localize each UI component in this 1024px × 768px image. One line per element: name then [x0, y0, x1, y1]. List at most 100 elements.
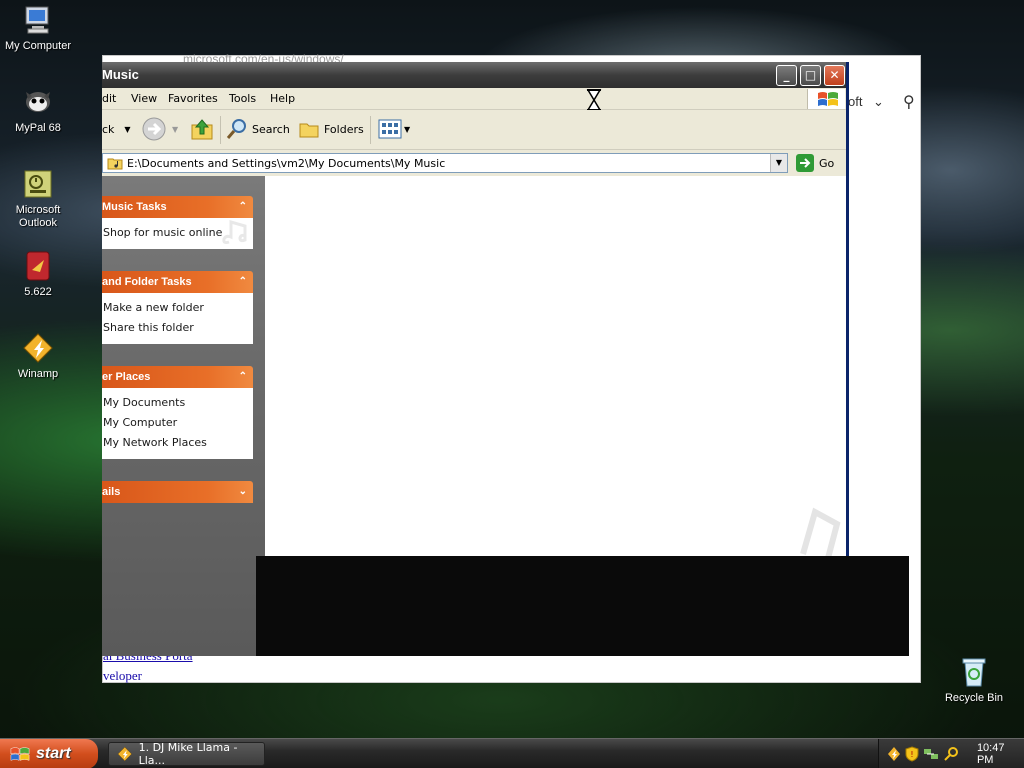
desktop-icon-label: Microsoft Outlook — [15, 204, 61, 229]
file-folder-tasks-panel: and Folder Tasks ⌃ Make a new folder Sha… — [102, 271, 253, 344]
desktop-icon-mypal[interactable]: MyPal 68 — [0, 86, 76, 135]
address-bar: E:\Documents and Settings\vm2\My Documen… — [102, 150, 846, 176]
search-icon — [226, 119, 246, 139]
winamp-icon — [117, 746, 132, 762]
maximize-icon: □ — [804, 68, 817, 82]
computer-icon — [25, 6, 49, 34]
back-button[interactable]: ck ▼ — [102, 110, 131, 148]
app-icon — [26, 251, 50, 281]
close-icon: ✕ — [829, 68, 840, 82]
desktop-icon-my-computer[interactable]: My Computer — [0, 4, 76, 53]
minimize-icon: _ — [783, 68, 790, 82]
music-folder-icon — [107, 158, 123, 170]
panel-title: er Places — [102, 371, 151, 383]
chevron-down-icon[interactable]: ▼ — [172, 125, 178, 134]
desktop-icon-label: Recycle Bin — [944, 692, 1004, 704]
panel-title: and Folder Tasks — [102, 276, 192, 288]
menu-view[interactable]: View — [131, 92, 157, 105]
window-title: Music — [102, 67, 139, 82]
toolbar-separator — [220, 116, 221, 144]
menu-favorites[interactable]: Favorites — [168, 92, 218, 105]
panel-header[interactable]: er Places ⌃ — [102, 366, 253, 388]
search-icon[interactable] — [943, 746, 959, 762]
other-places-panel: er Places ⌃ My Documents My Computer My … — [102, 366, 253, 459]
network-icon[interactable] — [923, 746, 939, 762]
start-button[interactable]: start — [0, 739, 98, 768]
collapse-icon[interactable]: ⌃ — [239, 271, 247, 293]
minimize-button[interactable]: _ — [776, 65, 797, 86]
search-label: Search — [252, 122, 290, 136]
taskbar-item-winamp[interactable]: 1. DJ Mike Llama - Lla... — [108, 741, 265, 767]
folders-button[interactable]: Folders — [298, 110, 364, 148]
search-icon[interactable]: ⚲ — [903, 92, 915, 111]
taskbar: start 1. DJ Mike Llama - Lla... ! 10:47 … — [0, 738, 1024, 768]
address-dropdown-button[interactable]: ▼ — [770, 154, 787, 172]
my-network-places-link[interactable]: My Network Places — [103, 433, 253, 453]
chevron-down-icon[interactable]: ▼ — [124, 125, 130, 134]
taskbar-item-label: 1. DJ Mike Llama - Lla... — [138, 741, 238, 767]
go-label: Go — [819, 156, 835, 170]
panel-header[interactable]: and Folder Tasks ⌃ — [102, 271, 253, 293]
maximize-button[interactable]: □ — [800, 65, 821, 86]
music-note-watermark-icon — [222, 220, 247, 245]
address-field[interactable]: E:\Documents and Settings\vm2\My Documen… — [102, 153, 788, 173]
search-button[interactable]: Search — [226, 110, 290, 148]
menu-tools[interactable]: Tools — [229, 92, 256, 105]
security-shield-icon[interactable]: ! — [905, 746, 919, 762]
up-folder-button[interactable] — [190, 110, 214, 148]
chevron-down-icon[interactable]: ⌄ — [873, 94, 884, 110]
start-label: start — [36, 745, 71, 762]
desktop-icon-recycle-bin[interactable]: Recycle Bin — [936, 656, 1012, 705]
desktop-icon-label: My Computer — [4, 40, 72, 52]
panel-header[interactable]: Music Tasks ⌃ — [102, 196, 253, 218]
share-folder-link[interactable]: Share this folder — [103, 318, 253, 338]
desktop-icon-label: 5.622 — [24, 286, 52, 298]
make-new-folder-link[interactable]: Make a new folder — [103, 298, 253, 318]
windows-flag-icon — [10, 747, 30, 761]
panel-body: Shop for music online — [102, 218, 253, 249]
folders-label: Folders — [324, 122, 364, 136]
collapse-icon[interactable]: ⌃ — [239, 196, 247, 218]
hourglass-cursor-icon — [586, 89, 602, 111]
chevron-down-icon[interactable]: ▼ — [404, 125, 410, 134]
menu-edit[interactable]: dit — [102, 92, 116, 105]
desktop-icon-label: MyPal 68 — [15, 122, 61, 134]
menu-help[interactable]: Help — [270, 92, 295, 105]
forward-arrow-icon — [142, 117, 166, 141]
desktop-icon-winamp[interactable]: Winamp — [0, 332, 76, 381]
music-note-watermark-icon — [800, 507, 841, 563]
browser-link[interactable]: veloper — [103, 668, 142, 684]
desktop-icon-label: Winamp — [17, 368, 59, 380]
my-computer-link[interactable]: My Computer — [103, 413, 253, 433]
expand-icon[interactable]: ⌄ — [239, 481, 247, 503]
music-tasks-panel: Music Tasks ⌃ Shop for music online — [102, 196, 253, 249]
address-value: E:\Documents and Settings\vm2\My Documen… — [127, 157, 446, 170]
recycle-bin-icon — [962, 658, 986, 687]
svg-text:!: ! — [910, 750, 913, 759]
chevron-down-icon: ▼ — [775, 158, 783, 167]
title-bar[interactable]: Music _ □ ✕ — [102, 62, 846, 88]
go-arrow-icon — [796, 154, 814, 172]
panel-header[interactable]: ails ⌄ — [102, 481, 253, 503]
close-button[interactable]: ✕ — [824, 65, 845, 86]
details-panel: ails ⌄ — [102, 481, 253, 503]
outlook-icon — [24, 170, 52, 198]
winamp-tray-icon[interactable] — [887, 746, 901, 762]
up-folder-icon — [191, 119, 213, 140]
forward-button[interactable]: ▼ — [142, 110, 178, 148]
panel-body: Make a new folder Share this folder — [102, 293, 253, 344]
views-icon — [378, 119, 402, 139]
task-pane: Music Tasks ⌃ Shop for music online and … — [102, 176, 265, 656]
clock[interactable]: 10:47 PM — [977, 742, 1024, 766]
folders-icon — [299, 123, 319, 138]
collapse-icon[interactable]: ⌃ — [239, 366, 247, 388]
desktop-icon-app[interactable]: 5.622 — [0, 250, 76, 299]
toolbar-separator — [370, 116, 371, 144]
browser-header-fragment[interactable]: oft — [848, 94, 862, 109]
panel-title: Music Tasks — [102, 201, 167, 213]
go-button[interactable]: Go — [796, 154, 834, 172]
my-documents-link[interactable]: My Documents — [103, 393, 253, 413]
desktop-icon-outlook[interactable]: Microsoft Outlook — [0, 168, 76, 230]
redaction-overlay — [256, 556, 909, 656]
views-button[interactable]: ▼ — [378, 110, 410, 148]
